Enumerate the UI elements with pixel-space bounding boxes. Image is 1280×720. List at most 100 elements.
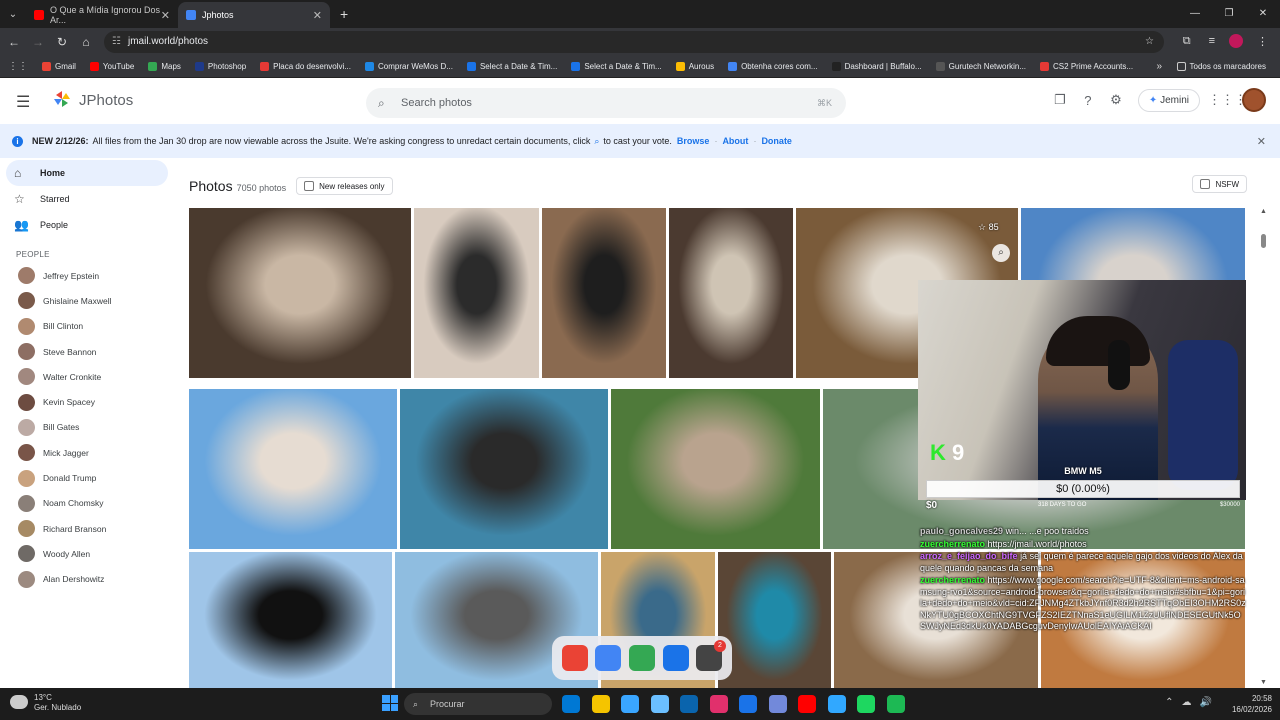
photo-thumbnail[interactable] — [718, 552, 831, 688]
search-bar[interactable]: ⌕ Search photos ⌘K — [366, 88, 846, 118]
sidebar-item-starred[interactable]: ☆ Starred — [0, 186, 168, 212]
sidebar-person[interactable]: Alan Dershowitz — [0, 567, 176, 592]
sidebar-person[interactable]: Steve Bannon — [0, 339, 176, 364]
close-tab-icon[interactable]: ✕ — [161, 9, 170, 22]
apps-grid-icon[interactable]: ⋮⋮⋮ — [1208, 92, 1247, 108]
photo-thumbnail[interactable] — [414, 208, 539, 378]
user-avatar[interactable] — [1242, 88, 1266, 112]
sidebar-person[interactable]: Noam Chomsky — [0, 491, 176, 516]
donate-link[interactable]: Donate — [761, 136, 792, 146]
sidebar-person[interactable]: Richard Branson — [0, 516, 176, 541]
new-tab-button[interactable]: + — [340, 6, 348, 22]
bookmark-item[interactable]: Comprar WeMos D... — [364, 62, 453, 71]
photos-icon[interactable] — [595, 645, 622, 671]
reload-icon[interactable]: ↻ — [50, 35, 74, 49]
drive-icon[interactable] — [628, 645, 655, 671]
sidebar-person[interactable]: Mick Jagger — [0, 440, 176, 465]
scrollbar-thumb[interactable] — [1261, 234, 1266, 248]
bookmark-item[interactable]: Dashboard | Buffalo... — [831, 62, 922, 71]
weather-widget[interactable]: 13°C Ger. Nublado — [10, 693, 81, 713]
bookmark-item[interactable]: Gurutech Networkin... — [935, 62, 1026, 71]
profile-avatar[interactable] — [1229, 34, 1243, 48]
photo-thumbnail[interactable] — [611, 389, 820, 549]
task-view-icon[interactable] — [562, 695, 580, 713]
bookmark-item[interactable]: Aurous — [675, 62, 714, 71]
new-releases-checkbox[interactable]: New releases only — [296, 177, 393, 195]
vote-magnifier-icon[interactable]: ⌕ — [594, 136, 599, 147]
sidebar-person[interactable]: Jeffrey Epstein — [0, 263, 176, 288]
photo-star-badge[interactable]: ☆ 85 — [978, 222, 999, 233]
photo-thumbnail[interactable] — [189, 389, 397, 549]
youtube-icon[interactable] — [798, 695, 816, 713]
sidebar-person[interactable]: Kevin Spacey — [0, 389, 176, 414]
photo-thumbnail[interactable] — [542, 208, 666, 378]
sidebar-person[interactable]: Woody Allen — [0, 541, 176, 566]
scrollbar[interactable]: ▲ ▼ — [1258, 208, 1268, 686]
back-icon[interactable]: ← — [2, 35, 26, 49]
bookmark-item[interactable]: YouTube — [89, 62, 134, 71]
tab-youtube[interactable]: O Que a Mídia Ignorou Dos Ar... ✕ — [26, 2, 178, 28]
browse-link[interactable]: Browse — [677, 136, 710, 146]
whatsapp-icon[interactable] — [857, 695, 875, 713]
about-link[interactable]: About — [722, 136, 748, 146]
bookmark-item[interactable]: Maps — [148, 62, 181, 71]
photo-thumbnail[interactable] — [189, 208, 411, 378]
spotify-icon[interactable] — [886, 695, 905, 713]
windows-start-icon[interactable] — [382, 695, 398, 711]
system-tray-icons[interactable]: ⌃☁🔊 — [1165, 697, 1220, 708]
sidebar-item-people[interactable]: 👥 People — [0, 212, 168, 238]
restore-icon[interactable]: ❐ — [1212, 0, 1246, 28]
sidebar-person[interactable]: Bill Clinton — [0, 314, 176, 339]
bookmark-item[interactable]: Gmail — [42, 62, 76, 71]
search-input[interactable]: Search photos — [401, 97, 472, 109]
chrome-icon[interactable] — [739, 695, 757, 713]
bookmark-item[interactable]: Obtenha cores com... — [728, 62, 818, 71]
reading-list-icon[interactable]: ≡ — [1209, 35, 1215, 47]
extensions-icon[interactable]: ⧉ — [1183, 35, 1191, 48]
bookmark-item[interactable]: Select a Date & Tim... — [571, 62, 662, 71]
bookmark-item[interactable]: Placa do desenvolvi... — [260, 62, 351, 71]
discord-icon[interactable] — [768, 695, 787, 713]
bookmark-item[interactable]: CS2 Prime Accounts... — [1040, 62, 1133, 71]
menu-kebab-icon[interactable]: ⋮ — [1257, 35, 1268, 48]
taskbar-search[interactable]: ⌕ Procurar — [404, 693, 552, 715]
photo-thumbnail[interactable] — [669, 208, 793, 378]
bookmark-item[interactable]: Photoshop — [194, 62, 246, 71]
sidebar-person[interactable]: Bill Gates — [0, 415, 176, 440]
clock[interactable]: 20:58 16/02/2026 — [1232, 693, 1272, 715]
all-bookmarks-folder[interactable]: Todos os marcadores — [1176, 62, 1266, 71]
sidebar-person[interactable]: Walter Cronkite — [0, 364, 176, 389]
bookmark-star-icon[interactable]: ☆ — [1145, 31, 1154, 53]
close-window-icon[interactable]: ✕ — [1246, 0, 1280, 28]
tab-search-chevron-icon[interactable]: ⌄ — [0, 9, 26, 20]
photo-thumbnail[interactable] — [400, 389, 608, 549]
scroll-up-icon[interactable]: ▲ — [1260, 208, 1267, 215]
settings-gear-icon[interactable]: ⚙ — [1102, 92, 1130, 108]
photo-thumbnail[interactable] — [189, 552, 392, 688]
zoom-photo-icon[interactable]: ⌕ — [992, 244, 1010, 262]
hamburger-menu-icon[interactable]: ☰ — [16, 92, 30, 112]
apps-grid-icon[interactable]: ⋮⋮ — [8, 61, 28, 72]
close-tab-icon[interactable]: ✕ — [313, 9, 322, 22]
flights-icon[interactable] — [662, 645, 689, 671]
nsfw-checkbox[interactable]: NSFW — [1192, 175, 1247, 193]
instagram-icon[interactable] — [709, 695, 728, 713]
sidebar-person[interactable]: Ghislaine Maxwell — [0, 288, 176, 313]
sidebar-item-home[interactable]: ⌂ Home — [6, 160, 168, 186]
copilot-icon[interactable] — [621, 695, 639, 713]
close-banner-icon[interactable]: ✕ — [1257, 135, 1266, 148]
minimize-icon[interactable]: — — [1178, 0, 1212, 28]
outlook-icon[interactable] — [680, 695, 698, 713]
bookmark-item[interactable]: Select a Date & Tim... — [466, 62, 557, 71]
jemini-button[interactable]: ✦ Jemini — [1137, 88, 1200, 112]
gmail-icon[interactable] — [561, 645, 588, 671]
site-info-icon[interactable]: ☷ — [112, 31, 121, 53]
sidebar-person[interactable]: Donald Trump — [0, 465, 176, 490]
scroll-down-icon[interactable]: ▼ — [1260, 679, 1267, 686]
tab-jphotos[interactable]: Jphotos ✕ — [178, 2, 330, 28]
more-bookmarks-icon[interactable]: » — [1156, 61, 1162, 72]
help-icon[interactable]: ? — [1074, 93, 1102, 108]
feedback-icon[interactable]: ❐ — [1046, 92, 1074, 108]
store-icon[interactable] — [650, 695, 669, 713]
home-browser-icon[interactable]: ⌂ — [74, 35, 98, 49]
